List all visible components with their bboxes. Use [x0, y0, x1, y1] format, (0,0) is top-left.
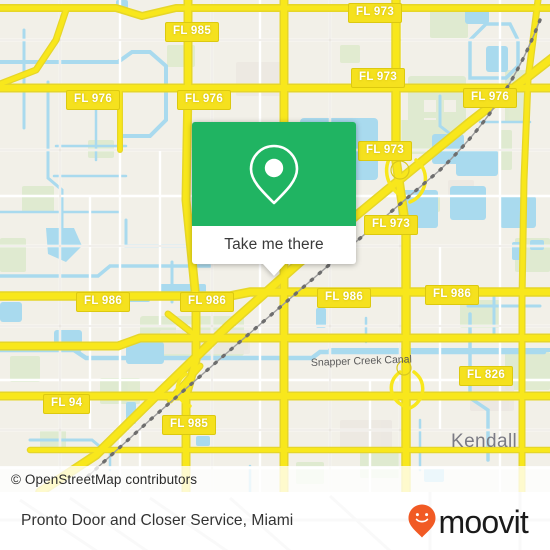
road-shield-label: FL 973 — [372, 218, 411, 230]
road-shield-label: FL 986 — [188, 295, 227, 307]
location-title: Pronto Door and Closer Service, Miami — [21, 512, 294, 529]
road-shield-label: FL 986 — [325, 291, 364, 303]
road-shield: FL 986 — [317, 288, 372, 308]
road-shield: FL 986 — [180, 292, 235, 312]
location-popup[interactable]: Take me there — [192, 122, 356, 276]
footer-bar: Pronto Door and Closer Service, Miami mo… — [0, 492, 550, 550]
road-shield-label: FL 973 — [359, 71, 398, 83]
road-shield: FL 976 — [66, 90, 121, 110]
road-shield-label: FL 973 — [356, 6, 395, 18]
map-pin-icon — [249, 144, 299, 205]
road-shield: FL 976 — [177, 90, 232, 110]
moovit-wordmark: moovit — [438, 504, 529, 540]
take-me-there-label: Take me there — [224, 236, 324, 253]
road-shield-label: FL 826 — [467, 369, 506, 381]
place-label-kendall: Kendall — [451, 431, 517, 452]
road-shield-label: FL 985 — [170, 418, 209, 430]
moovit-brand[interactable]: moovit — [407, 503, 536, 539]
road-shield: FL 973 — [348, 3, 403, 23]
popup-icon-area — [192, 122, 356, 226]
road-shield-label: FL 976 — [185, 93, 224, 105]
osm-attribution-text[interactable]: © OpenStreetMap contributors — [0, 472, 197, 487]
road-shield-label: FL 973 — [366, 144, 405, 156]
road-shield-label: FL 985 — [173, 25, 212, 37]
road-shield: FL 826 — [459, 366, 514, 386]
road-shield: FL 985 — [165, 22, 220, 42]
road-shield-label: FL 94 — [51, 397, 83, 409]
popup-action-area[interactable]: Take me there — [192, 226, 356, 276]
road-shield: FL 985 — [162, 415, 217, 435]
footer-content: Pronto Door and Closer Service, Miami mo… — [0, 492, 550, 550]
road-shield: FL 973 — [358, 141, 413, 161]
road-shield: FL 976 — [463, 88, 518, 108]
road-shield: FL 973 — [364, 215, 419, 235]
road-shield: FL 973 — [351, 68, 406, 88]
road-shield: FL 986 — [425, 285, 480, 305]
road-shield-label: FL 986 — [84, 295, 123, 307]
road-shield-label: FL 986 — [433, 288, 472, 300]
road-shield-label: FL 976 — [471, 91, 510, 103]
map-screenshot: Snapper Creek Canal Kendall FL 985 FL 973… — [0, 0, 550, 550]
osm-attribution-bar: © OpenStreetMap contributors — [0, 466, 550, 492]
road-shield: FL 986 — [76, 292, 131, 312]
popup-pointer — [263, 264, 285, 276]
moovit-smiley-pin-icon — [408, 504, 436, 538]
road-shield: FL 94 — [43, 394, 91, 414]
road-shield-label: FL 976 — [74, 93, 113, 105]
